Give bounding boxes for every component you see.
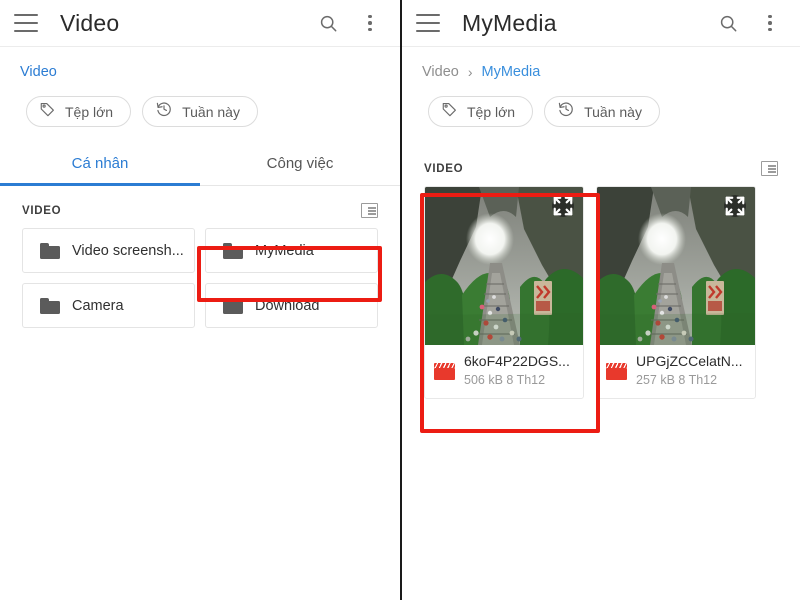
left-tabs: Cá nhân Công việc [0, 141, 400, 186]
folder-icon [40, 297, 60, 314]
folder-grid: Video screensh... MyMedia Camera Downloa… [0, 228, 400, 328]
left-panel-video-root: Video Video Tệp lớn Tuần này Cá nhân Côn… [0, 0, 400, 600]
media-card[interactable]: UPGjZCCelatN... 257 kB 8 Th12 [596, 186, 756, 399]
media-file-name: 6koF4P22DGS... [464, 353, 570, 369]
chip-large-files[interactable]: Tệp lớn [26, 96, 132, 127]
chip-large-files[interactable]: Tệp lớn [428, 96, 534, 127]
media-file-details: 506 kB 8 Th12 [464, 373, 546, 387]
folder-icon [223, 242, 243, 259]
history-icon [155, 100, 173, 123]
folder-card-download[interactable]: Download [205, 283, 378, 328]
media-card[interactable]: 6koF4P22DGS... 506 kB 8 Th12 [424, 186, 584, 399]
fullscreen-expand-icon[interactable] [552, 195, 574, 217]
media-meta: UPGjZCCelatN... 257 kB 8 Th12 [597, 345, 755, 398]
video-thumbnail[interactable] [425, 187, 583, 345]
right-breadcrumb: Video › MyMedia [402, 54, 800, 90]
screenshot-root: Video Video Tệp lớn Tuần này Cá nhân Côn… [0, 0, 800, 600]
breadcrumb-item-video[interactable]: Video [422, 64, 459, 80]
chip-large-files-label: Tệp lớn [467, 103, 516, 120]
tag-icon [441, 101, 458, 123]
folder-icon [223, 297, 243, 314]
hamburger-menu-icon[interactable] [14, 14, 38, 32]
media-grid: 6koF4P22DGS... 506 kB 8 Th12 UPGjZCCelat… [402, 186, 800, 399]
folder-label: Download [255, 297, 320, 314]
folder-label: Video screensh... [72, 242, 184, 259]
chip-this-week[interactable]: Tuần này [142, 96, 258, 127]
section-title-video: VIDEO [424, 162, 464, 175]
tab-work[interactable]: Công việc [200, 141, 400, 185]
right-appbar: MyMedia [402, 0, 800, 47]
media-text-block: UPGjZCCelatN... 257 kB 8 Th12 [636, 353, 749, 389]
folder-card-mymedia[interactable]: MyMedia [205, 228, 378, 273]
breadcrumb-item-video[interactable]: Video [20, 64, 57, 80]
media-meta: 6koF4P22DGS... 506 kB 8 Th12 [425, 345, 583, 398]
right-appbar-actions [716, 11, 786, 35]
list-view-icon[interactable] [361, 203, 378, 218]
folder-card-camera[interactable]: Camera [22, 283, 195, 328]
hamburger-menu-icon[interactable] [416, 14, 440, 32]
folder-icon [40, 242, 60, 259]
tag-icon [39, 101, 56, 123]
more-vertical-icon[interactable] [758, 11, 782, 35]
breadcrumb-item-mymedia[interactable]: MyMedia [482, 64, 541, 80]
right-section-header: VIDEO [402, 127, 800, 186]
left-appbar-actions [316, 11, 386, 35]
right-panel-mymedia-root: MyMedia Video › MyMedia Tệp lớn Tuần này… [400, 0, 800, 600]
search-icon[interactable] [316, 11, 340, 35]
chip-large-files-label: Tệp lớn [65, 103, 114, 120]
search-icon[interactable] [716, 11, 740, 35]
media-file-name: UPGjZCCelatN... [636, 353, 743, 369]
folder-label: MyMedia [255, 242, 314, 259]
history-icon [557, 100, 575, 123]
left-appbar: Video [0, 0, 400, 47]
breadcrumb-separator-icon: › [467, 64, 473, 80]
folder-card-video-screenshots[interactable]: Video screensh... [22, 228, 195, 273]
left-section-header: VIDEO [0, 186, 400, 228]
left-filter-chips: Tệp lớn Tuần này [0, 90, 400, 127]
clapperboard-icon [434, 362, 455, 380]
fullscreen-expand-icon[interactable] [724, 195, 746, 217]
media-text-block: 6koF4P22DGS... 506 kB 8 Th12 [464, 353, 577, 389]
page-title: Video [60, 9, 120, 36]
more-vertical-icon[interactable] [358, 11, 382, 35]
list-view-icon[interactable] [761, 161, 778, 176]
tab-personal[interactable]: Cá nhân [0, 141, 200, 186]
right-filter-chips: Tệp lớn Tuần này [402, 90, 800, 127]
section-title-video: VIDEO [22, 204, 62, 217]
clapperboard-icon [606, 362, 627, 380]
chip-this-week-label: Tuần này [182, 103, 240, 120]
folder-label: Camera [72, 297, 124, 314]
left-breadcrumb: Video [0, 54, 400, 90]
page-title: MyMedia [462, 9, 557, 36]
chip-this-week[interactable]: Tuần này [544, 96, 660, 127]
media-file-details: 257 kB 8 Th12 [636, 373, 718, 387]
chip-this-week-label: Tuần này [584, 103, 642, 120]
video-thumbnail[interactable] [597, 187, 755, 345]
